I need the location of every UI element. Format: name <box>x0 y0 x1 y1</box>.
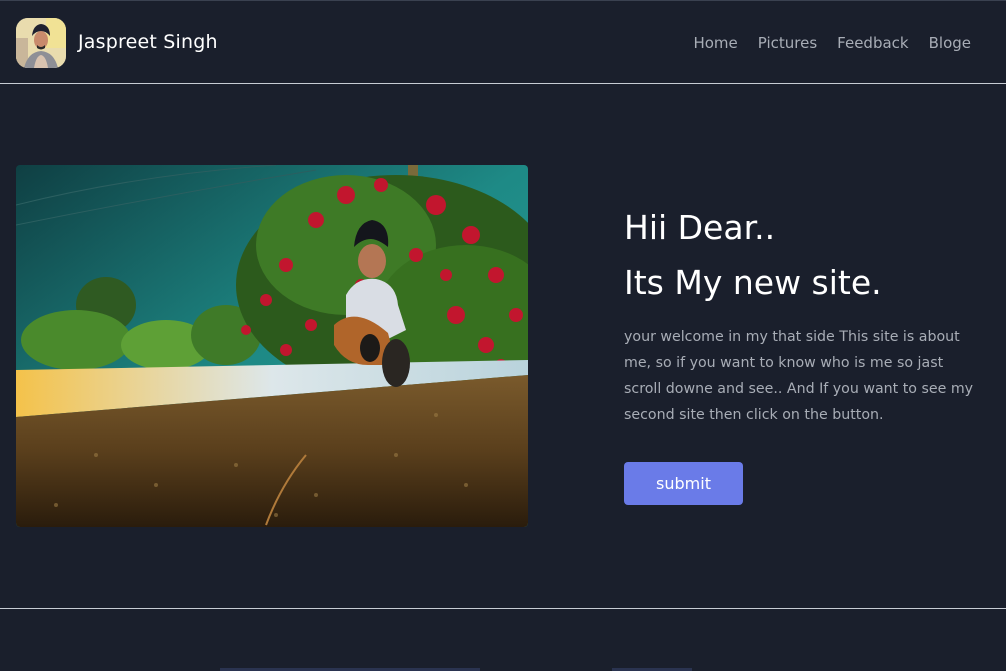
submit-button[interactable]: submit <box>624 462 743 505</box>
page: Jaspreet Singh Home Pictures Feedback Bl… <box>0 0 1006 671</box>
section-divider <box>0 608 1006 609</box>
hero-photo <box>16 165 528 527</box>
hero-photo-image <box>16 165 528 527</box>
nav-link-pictures[interactable]: Pictures <box>758 34 817 52</box>
nav-link-feedback[interactable]: Feedback <box>837 34 908 52</box>
nav-link-bloge[interactable]: Bloge <box>929 34 971 52</box>
hero-text: Hii Dear.. Its My new site. your welcome… <box>624 200 984 505</box>
hero-description: your welcome in my that side This site i… <box>624 329 974 423</box>
brand-name[interactable]: Jaspreet Singh <box>78 31 218 53</box>
main-nav: Home Pictures Feedback Bloge <box>693 34 971 52</box>
headline-line-1: Hii Dear.. <box>624 208 776 247</box>
profile-photo-icon <box>16 18 66 68</box>
nav-link-home[interactable]: Home <box>693 34 737 52</box>
avatar[interactable] <box>16 18 66 68</box>
headline-line-2: Its My new site. <box>624 263 882 302</box>
site-header: Jaspreet Singh Home Pictures Feedback Bl… <box>0 0 1006 84</box>
